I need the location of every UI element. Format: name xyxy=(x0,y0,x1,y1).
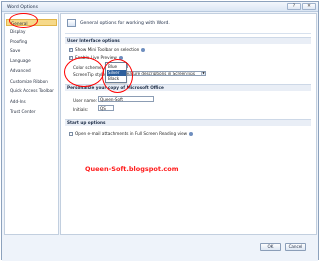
initials-input[interactable]: QS xyxy=(98,105,114,111)
open-email-checkbox[interactable] xyxy=(69,131,73,136)
startup-section: Start up options xyxy=(65,119,311,126)
sidebar-item-customize-ribbon[interactable]: Customize Ribbon xyxy=(6,78,57,85)
watermark-text: Queen-Soft.blogspot.com xyxy=(85,165,179,173)
chevron-down-icon: ▼ xyxy=(201,71,205,75)
header-divider xyxy=(65,33,311,34)
general-highlight-oval xyxy=(9,13,38,28)
sidebar-item-display[interactable]: Display xyxy=(6,28,57,35)
mini-toolbar-checkbox[interactable] xyxy=(69,47,73,52)
sidebar-item-proofing[interactable]: Proofing xyxy=(6,38,57,45)
footer: OK Cancel xyxy=(2,236,318,261)
sidebar-item-add-ins[interactable]: Add-Ins xyxy=(6,98,57,105)
window-title: Word Options xyxy=(7,4,38,10)
help-button[interactable]: ? xyxy=(287,3,301,10)
user-name-label: User name: xyxy=(73,98,98,103)
word-options-icon xyxy=(67,19,76,27)
page-title: General options for working with Word. xyxy=(80,20,170,26)
initials-label: Initials: xyxy=(73,107,89,112)
info-icon xyxy=(189,131,194,136)
open-email-row[interactable]: Open e-mail attachments in Full Screen R… xyxy=(69,131,194,136)
color-scheme-highlight-oval xyxy=(64,57,104,87)
mini-toolbar-label: Show Mini Toolbar on selection xyxy=(75,47,140,52)
cancel-button[interactable]: Cancel xyxy=(285,243,306,251)
open-email-label: Open e-mail attachments in Full Screen R… xyxy=(75,131,188,136)
sidebar-item-language[interactable]: Language xyxy=(6,57,57,64)
ok-button[interactable]: OK xyxy=(260,243,281,251)
close-button[interactable]: ✕ xyxy=(302,3,316,10)
sidebar-item-trust-center[interactable]: Trust Center xyxy=(6,108,57,115)
word-options-dialog: Word Options ? ✕ General Display Proofin… xyxy=(1,1,319,261)
user-name-input[interactable]: Queen-Soft xyxy=(98,96,154,102)
options-content: General options for working with Word. U… xyxy=(60,13,317,235)
mini-toolbar-row[interactable]: Show Mini Toolbar on selection xyxy=(69,47,146,52)
user-interface-section: User Interface options xyxy=(65,37,311,44)
dropdown-highlight-oval xyxy=(102,59,133,93)
sidebar-item-advanced[interactable]: Advanced xyxy=(6,67,57,74)
sidebar-item-save[interactable]: Save xyxy=(6,47,57,54)
personalize-section: Personalize your copy of Microsoft Offic… xyxy=(65,84,311,91)
title-bar: Word Options ? ✕ xyxy=(2,2,318,12)
sidebar-item-quick-access-toolbar[interactable]: Quick Access Toolbar xyxy=(6,87,57,94)
sidebar: General Display Proofing Save Language A… xyxy=(4,13,59,235)
info-icon xyxy=(141,47,146,52)
